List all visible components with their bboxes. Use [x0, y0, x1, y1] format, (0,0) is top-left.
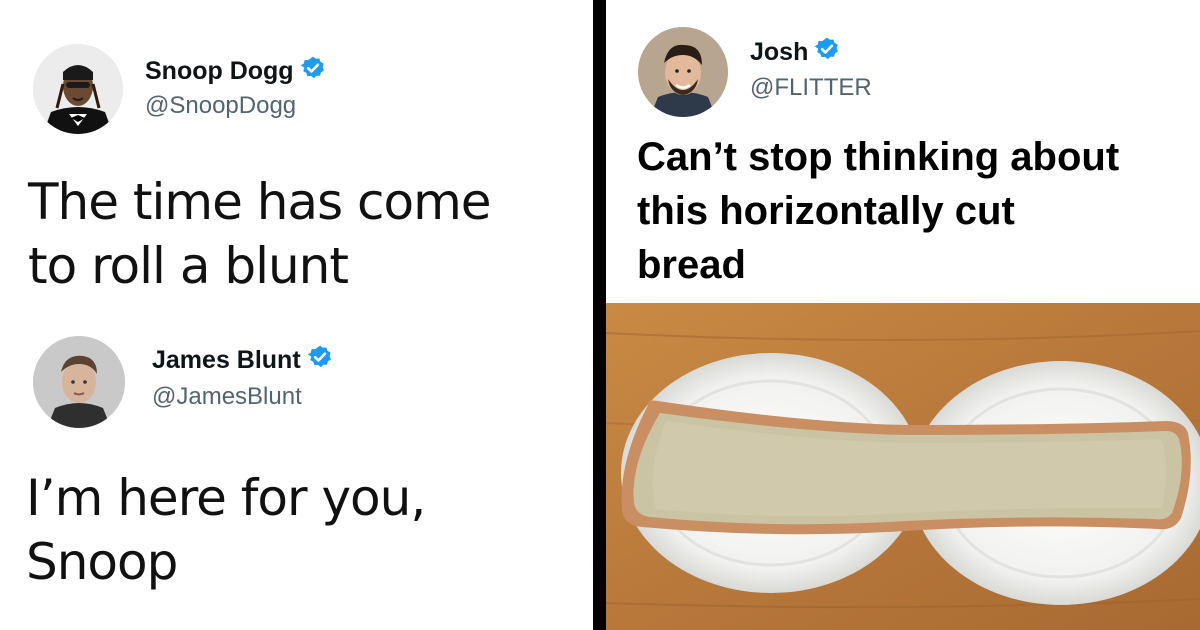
user-name-josh[interactable]: Josh — [750, 36, 840, 69]
left-meme-panel: Snoop Dogg @SnoopDogg The time has come … — [0, 0, 593, 630]
user-name-text[interactable]: Snoop Dogg — [145, 57, 294, 86]
bread-photo[interactable] — [606, 303, 1200, 630]
bread-photo-image — [606, 303, 1200, 630]
user-name-blunt[interactable]: James Blunt — [152, 344, 333, 377]
tweet-text-blunt: I’m here for you, Snoop — [26, 466, 586, 594]
tweet-josh: Josh @FLITTER Can’t stop thinking about … — [606, 0, 1200, 303]
user-name-text[interactable]: Josh — [750, 38, 808, 67]
user-handle-josh[interactable]: @FLITTER — [750, 74, 872, 102]
tweet-line: bread — [637, 243, 746, 287]
blunt-avatar-image — [33, 336, 125, 428]
panel-divider — [593, 0, 606, 630]
user-name-text[interactable]: James Blunt — [152, 346, 301, 375]
avatar-josh[interactable] — [638, 27, 728, 117]
avatar-james-blunt[interactable] — [33, 336, 125, 428]
user-handle-snoop[interactable]: @SnoopDogg — [145, 92, 296, 120]
tweet-line: The time has come — [28, 173, 492, 231]
right-meme-panel: Josh @FLITTER Can’t stop thinking about … — [606, 0, 1200, 630]
verified-badge-icon — [300, 55, 326, 88]
tweet-line: to roll a blunt — [28, 237, 349, 295]
avatar-snoop-dogg[interactable] — [33, 44, 123, 134]
tweet-line: this horizontally cut — [637, 189, 1015, 233]
user-name-snoop[interactable]: Snoop Dogg — [145, 55, 326, 88]
tweet-line: Can’t stop thinking about — [637, 135, 1120, 179]
tweet-text-josh: Can’t stop thinking about this horizonta… — [637, 130, 1197, 292]
user-handle-blunt[interactable]: @JamesBlunt — [152, 383, 302, 411]
tweet-line: Snoop — [26, 533, 178, 591]
tweet-line: I’m here for you, — [26, 469, 426, 527]
snoop-avatar-image — [33, 44, 123, 134]
tweet-text-snoop: The time has come to roll a blunt — [28, 170, 588, 298]
verified-badge-icon — [307, 344, 333, 377]
verified-badge-icon — [814, 36, 840, 69]
josh-avatar-image — [638, 27, 728, 117]
